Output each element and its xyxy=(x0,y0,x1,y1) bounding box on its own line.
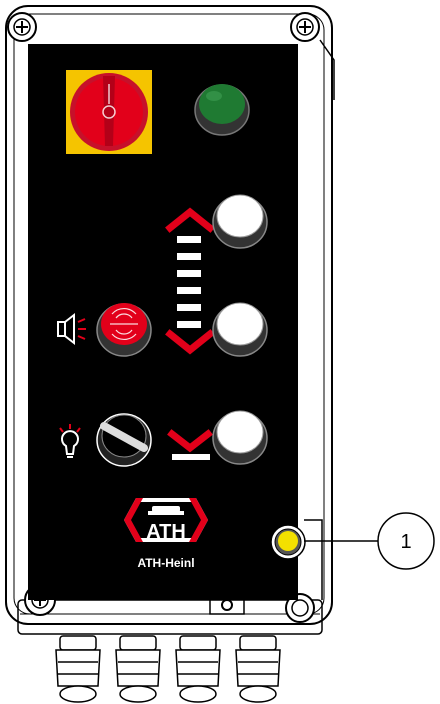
screw-top-right-icon xyxy=(290,12,320,42)
up-button[interactable] xyxy=(212,194,268,249)
down-button[interactable] xyxy=(212,410,268,465)
cable-gland-2 xyxy=(115,635,161,703)
cable-gland-1 xyxy=(55,635,101,703)
light-selector-switch[interactable] xyxy=(96,413,152,467)
hold-button[interactable] xyxy=(212,302,268,357)
status-led xyxy=(270,524,306,560)
callout-number: 1 xyxy=(400,531,411,553)
green-indicator-lamp xyxy=(194,84,250,136)
cable-gland-4 xyxy=(235,635,281,703)
cable-glands xyxy=(55,635,281,703)
logo-text: ATH xyxy=(146,521,186,543)
horn-button[interactable] xyxy=(96,303,152,357)
brand-name: ATH-Heinl xyxy=(137,556,194,570)
control-box: ATH ATH-Heinl 1 xyxy=(5,5,435,703)
ath-logo: ATH xyxy=(124,498,208,543)
screw-top-left-icon xyxy=(7,12,37,42)
main-switch[interactable] xyxy=(66,70,152,154)
cable-gland-3 xyxy=(175,635,221,703)
